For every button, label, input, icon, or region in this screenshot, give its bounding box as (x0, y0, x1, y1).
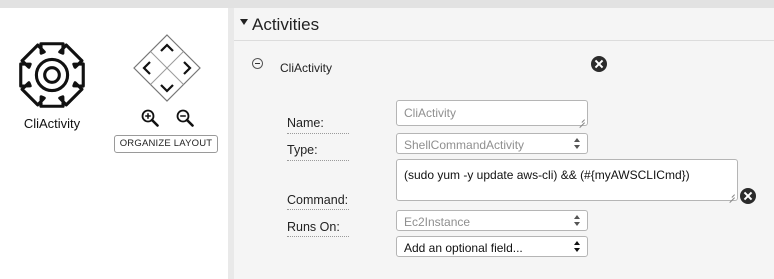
zoom-in-icon[interactable] (141, 109, 159, 127)
name-label: Name: (287, 116, 324, 130)
pan-down-icon[interactable] (156, 77, 178, 99)
activities-header[interactable]: Activities (234, 8, 774, 41)
runs-on-label-underline (287, 235, 349, 237)
select-arrows-icon (574, 241, 581, 253)
zoom-out-icon[interactable] (176, 109, 194, 127)
runs-on-label: Runs On: (287, 220, 340, 234)
type-label: Type: (287, 143, 318, 157)
name-input-value: CliActivity (404, 106, 457, 120)
caret-down-icon[interactable] (240, 19, 248, 25)
name-label-underline (287, 132, 349, 134)
select-arrows-icon (574, 138, 581, 150)
pan-right-icon[interactable] (176, 57, 198, 79)
select-arrows-icon (574, 215, 581, 227)
activity-node[interactable]: CliActivity (12, 36, 92, 131)
runs-on-select[interactable]: Ec2Instance (396, 210, 588, 231)
type-select-value: ShellCommandActivity (404, 138, 525, 152)
pan-control (133, 34, 201, 102)
activity-title: CliActivity (280, 61, 333, 75)
remove-activity-icon[interactable] (591, 56, 607, 72)
remove-command-icon[interactable] (740, 188, 756, 204)
pipeline-canvas[interactable]: CliActivity ORGANIZE LAYOUT (0, 8, 228, 279)
pan-left-icon[interactable] (136, 57, 158, 79)
collapse-icon[interactable] (252, 58, 263, 69)
gear-icon (19, 42, 85, 108)
command-label-underline (287, 208, 349, 210)
panel-title: Activities (252, 15, 320, 34)
command-value: (sudo yum -y update aws-cli) && (#{myAWS… (404, 168, 690, 182)
optional-field-value: Add an optional field... (404, 241, 523, 255)
pan-up-icon[interactable] (156, 37, 178, 59)
resize-grip-icon[interactable] (578, 116, 585, 123)
activity-node-label: CliActivity (23, 116, 81, 131)
name-input[interactable]: CliActivity (396, 100, 588, 126)
type-label-underline (287, 159, 349, 161)
command-label: Command: (287, 193, 349, 207)
top-bar (0, 0, 774, 8)
type-select[interactable]: ShellCommandActivity (396, 133, 588, 154)
command-textarea[interactable]: (sudo yum -y update aws-cli) && (#{myAWS… (396, 159, 738, 201)
organize-layout-button[interactable]: ORGANIZE LAYOUT (114, 135, 218, 153)
runs-on-select-value: Ec2Instance (404, 215, 471, 229)
activities-panel: Activities CliActivity Name: CliActivity… (234, 8, 774, 279)
optional-field-select[interactable]: Add an optional field... (396, 236, 588, 257)
resize-grip-icon[interactable] (728, 191, 735, 198)
